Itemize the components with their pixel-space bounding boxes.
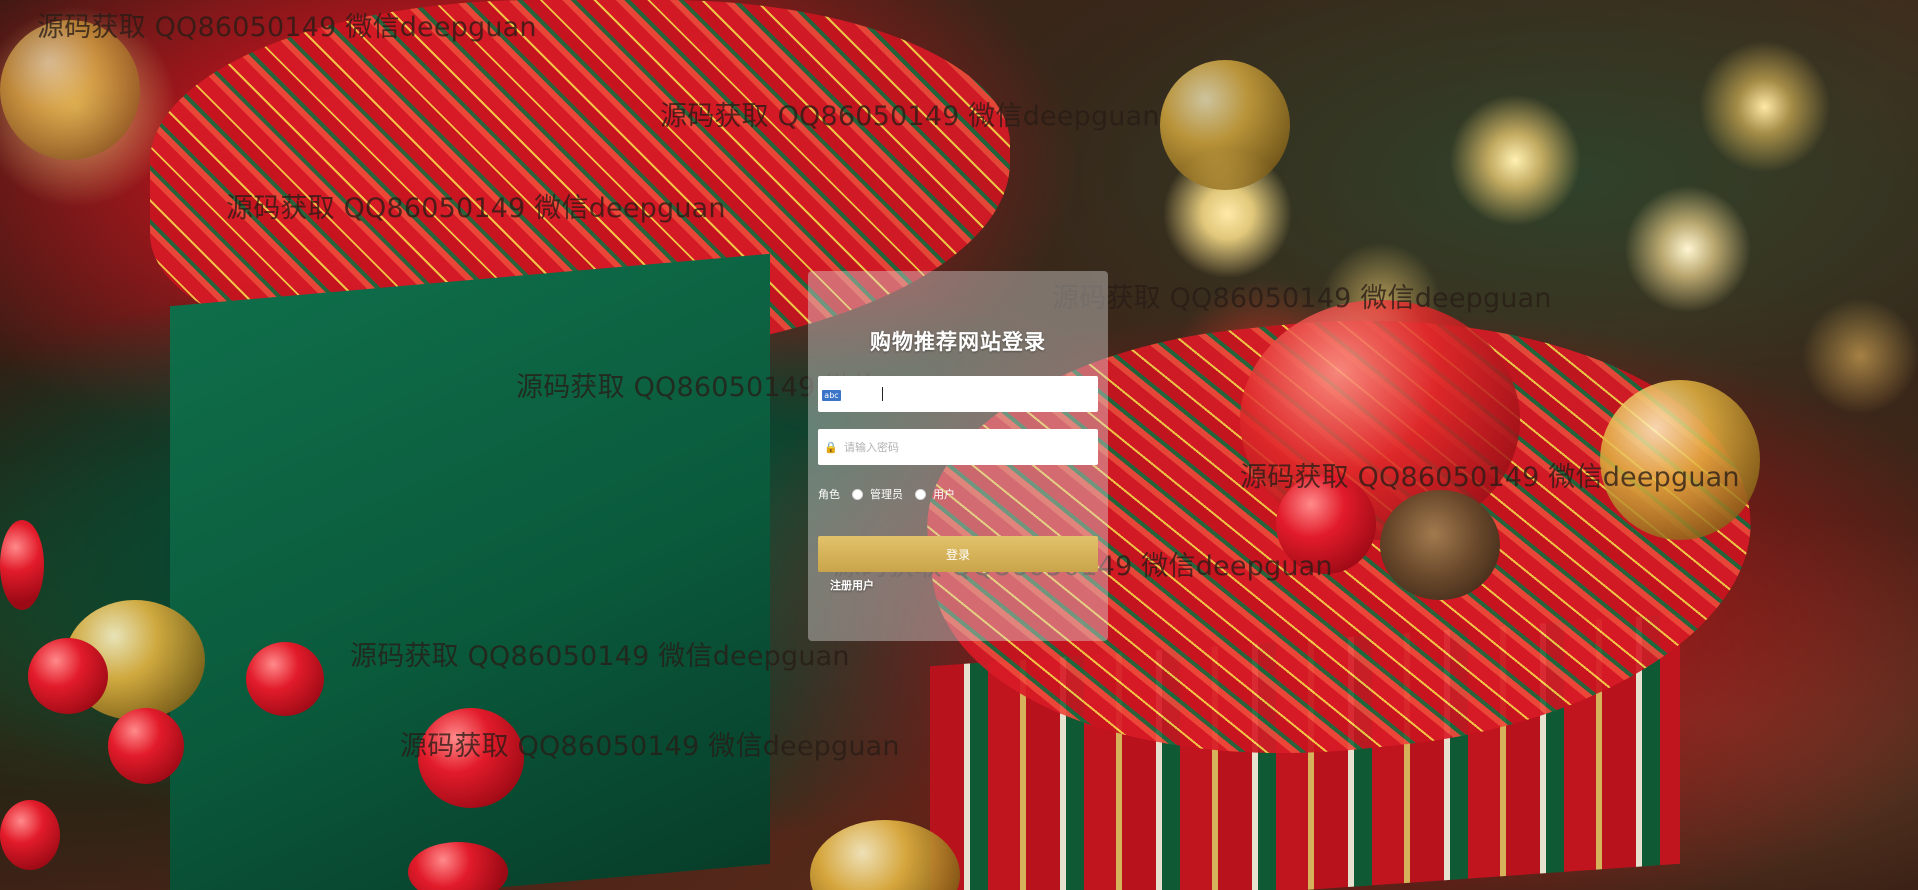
username-badge: abc xyxy=(822,389,841,401)
login-panel: 购物推荐网站登录 abc 🔒 角色 管理员 用户 登录 注册用户 xyxy=(808,271,1108,641)
berry-decoration xyxy=(108,708,184,784)
gold-ornament-decoration xyxy=(1600,380,1760,540)
role-admin-label[interactable]: 管理员 xyxy=(870,486,903,502)
role-user-label[interactable]: 用户 xyxy=(933,486,955,502)
pinecone-decoration xyxy=(1380,490,1500,600)
login-title: 购物推荐网站登录 xyxy=(870,330,1046,354)
berry-decoration xyxy=(0,800,60,870)
user-icon: abc xyxy=(818,388,844,401)
berry-decoration xyxy=(1276,474,1376,574)
login-button[interactable]: 登录 xyxy=(818,536,1098,572)
berry-decoration xyxy=(246,642,324,716)
role-selector: 角色 管理员 用户 xyxy=(818,484,1098,504)
password-input[interactable] xyxy=(844,429,1098,465)
register-link[interactable]: 注册用户 xyxy=(830,577,874,593)
gold-ornament-decoration xyxy=(1160,60,1290,190)
berry-decoration xyxy=(418,708,524,808)
username-field[interactable]: abc xyxy=(818,376,1098,412)
berry-decoration xyxy=(28,638,108,714)
lock-icon: 🔒 xyxy=(824,440,838,454)
text-cursor-icon xyxy=(882,387,883,401)
gold-ornament-decoration xyxy=(0,20,140,160)
role-label: 角色 xyxy=(818,488,840,501)
role-user-radio[interactable] xyxy=(915,488,926,500)
password-field[interactable]: 🔒 xyxy=(818,429,1098,465)
berry-decoration xyxy=(0,520,44,610)
login-page: 源码获取 QQ86050149 微信deepguan 源码获取 QQ860501… xyxy=(0,0,1918,890)
role-admin-radio[interactable] xyxy=(852,488,863,500)
